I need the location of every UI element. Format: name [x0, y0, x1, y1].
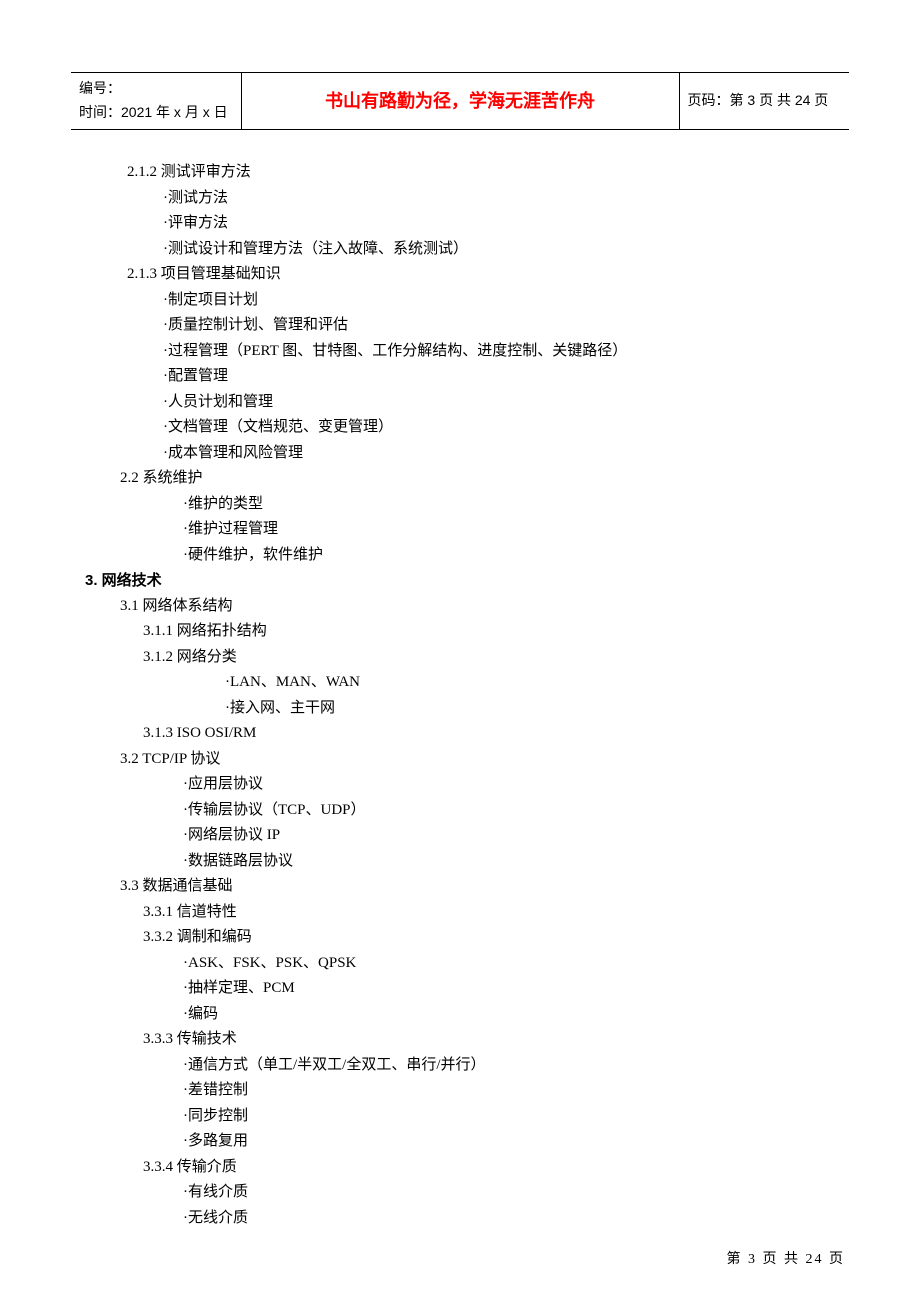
bullet-item: ·无线介质 [183, 1206, 835, 1232]
heading-312: 3.1.2 网络分类 [143, 645, 835, 671]
header-center-motto: 书山有路勤为径，学海无涯苦作舟 [241, 73, 679, 130]
bullet-item: ·同步控制 [183, 1104, 835, 1130]
heading-213: 2.1.3 项目管理基础知识 [127, 262, 835, 288]
heading-311: 3.1.1 网络拓扑结构 [143, 619, 835, 645]
bullet-item: ·数据链路层协议 [183, 849, 835, 875]
heading-33: 3.3 数据通信基础 [120, 874, 835, 900]
bullet-item: ·测试设计和管理方法（注入故障、系统测试） [163, 237, 835, 263]
bullet-item: ·制定项目计划 [163, 288, 835, 314]
bullet-item: ·过程管理（PERT 图、甘特图、工作分解结构、进度控制、关键路径） [163, 339, 835, 365]
bullet-item: ·成本管理和风险管理 [163, 441, 835, 467]
bullet-item: ·网络层协议 IP [183, 823, 835, 849]
heading-32: 3.2 TCP/IP 协议 [120, 747, 835, 773]
header-right-page: 页码：第 3 页 共 24 页 [679, 73, 849, 130]
bullet-item: ·差错控制 [183, 1078, 835, 1104]
bullet-item: ·编码 [183, 1002, 835, 1028]
header-table: 编号： 时间：2021 年 x 月 x 日 书山有路勤为径，学海无涯苦作舟 页码… [71, 72, 849, 130]
bullet-item: ·硬件维护，软件维护 [183, 543, 835, 569]
heading-334: 3.3.4 传输介质 [143, 1155, 835, 1181]
doc-id-label: 编号： [79, 77, 233, 101]
bullet-item: ·测试方法 [163, 186, 835, 212]
heading-212: 2.1.2 测试评审方法 [127, 160, 835, 186]
heading-3: 3. 网络技术 [85, 568, 835, 594]
heading-331: 3.3.1 信道特性 [143, 900, 835, 926]
bullet-item: ·传输层协议（TCP、UDP） [183, 798, 835, 824]
bullet-item: ·ASK、FSK、PSK、QPSK [183, 951, 835, 977]
bullet-item: ·维护过程管理 [183, 517, 835, 543]
document-body: 2.1.2 测试评审方法 ·测试方法 ·评审方法 ·测试设计和管理方法（注入故障… [85, 160, 835, 1231]
heading-313: 3.1.3 ISO OSI/RM [143, 721, 835, 747]
doc-date-label: 时间：2021 年 x 月 x 日 [79, 101, 233, 125]
bullet-item: ·LAN、MAN、WAN [225, 670, 835, 696]
header-left: 编号： 时间：2021 年 x 月 x 日 [71, 73, 241, 130]
bullet-item: ·应用层协议 [183, 772, 835, 798]
bullet-item: ·有线介质 [183, 1180, 835, 1206]
bullet-item: ·评审方法 [163, 211, 835, 237]
bullet-item: ·维护的类型 [183, 492, 835, 518]
bullet-item: ·质量控制计划、管理和评估 [163, 313, 835, 339]
bullet-item: ·抽样定理、PCM [183, 976, 835, 1002]
heading-22: 2.2 系统维护 [120, 466, 835, 492]
bullet-item: ·文档管理（文档规范、变更管理） [163, 415, 835, 441]
bullet-item: ·多路复用 [183, 1129, 835, 1155]
bullet-item: ·接入网、主干网 [225, 696, 835, 722]
bullet-item: ·人员计划和管理 [163, 390, 835, 416]
heading-333: 3.3.3 传输技术 [143, 1027, 835, 1053]
heading-31: 3.1 网络体系结构 [120, 594, 835, 620]
footer-page-number: 第 3 页 共 24 页 [727, 1248, 846, 1272]
bullet-item: ·配置管理 [163, 364, 835, 390]
heading-332: 3.3.2 调制和编码 [143, 925, 835, 951]
bullet-item: ·通信方式（单工/半双工/全双工、串行/并行） [183, 1053, 835, 1079]
